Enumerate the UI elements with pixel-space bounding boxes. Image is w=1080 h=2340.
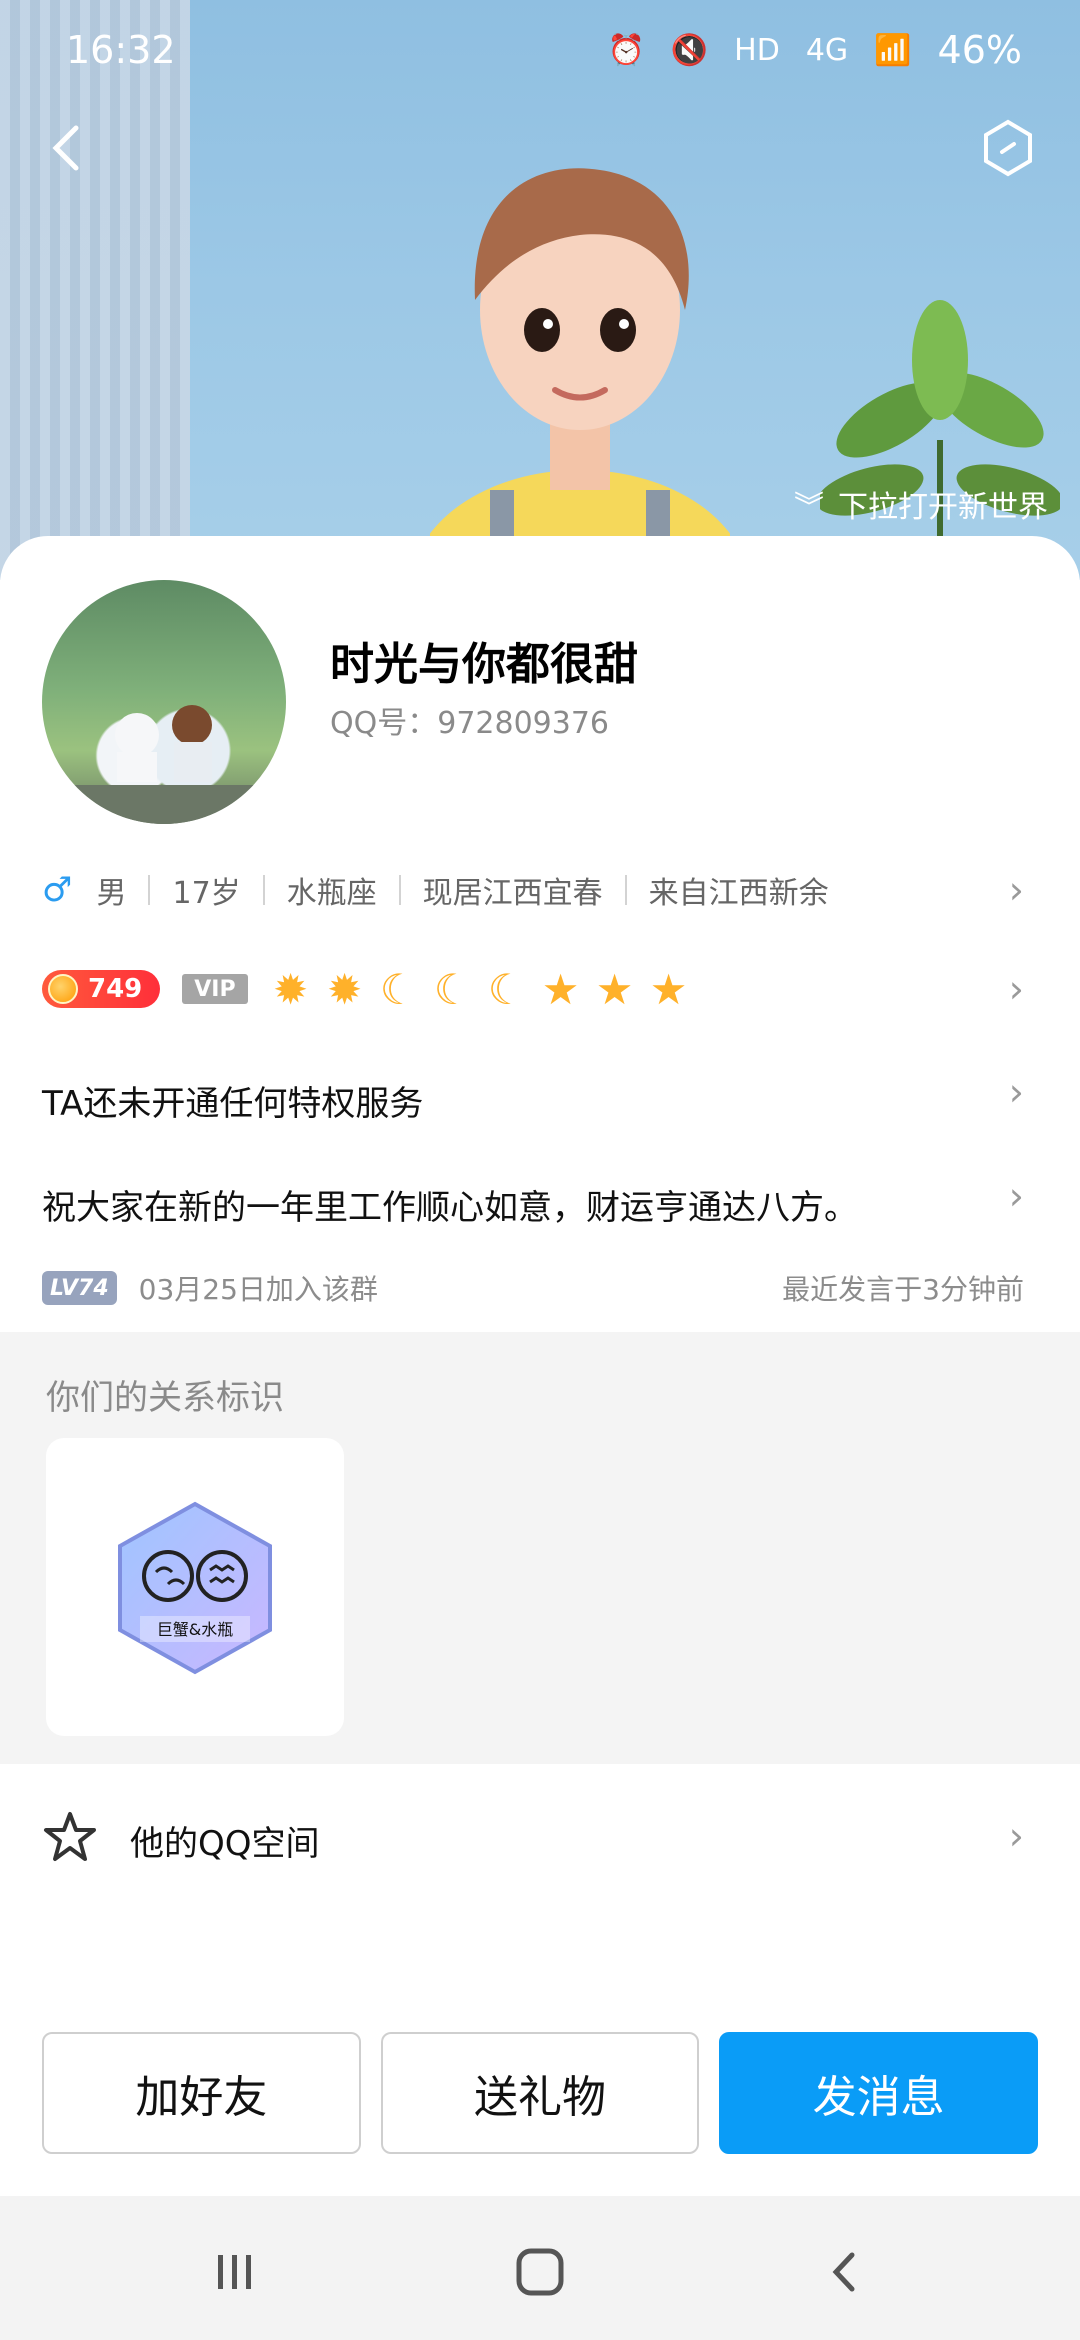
location: 现居江西宜春 (422, 876, 603, 911)
star-icon: ★ (541, 964, 580, 1014)
moon-icon: ☾ (487, 964, 526, 1014)
gender: 男 (96, 876, 127, 911)
alarm-icon: ⏰ (607, 32, 645, 68)
signature-text[interactable]: 祝大家在新的一年里工作顺心如意，财运亨通达八方。 (42, 1180, 858, 1229)
chevron-right-icon: › (1008, 967, 1024, 1011)
group-info-row: LV74 03月25日加入该群 最近发言于3分钟前 (42, 1266, 1038, 1310)
group-level-badge: LV74 (42, 1271, 117, 1305)
divider (398, 875, 401, 905)
recent-apps-icon (218, 2255, 251, 2289)
moon-icon: ☾ (379, 964, 418, 1014)
status-bar: 16:32 ⏰ 🔇 HD 4G 📶 46% (0, 0, 1080, 100)
age: 17岁 (172, 876, 241, 911)
level-icons: ✹ ✹ ☾ ☾ ☾ ★ ★ ★ (268, 964, 692, 1014)
qzone-star-icon (44, 1812, 96, 1861)
male-icon: ♂ (42, 870, 73, 910)
add-friend-button[interactable]: 加好友 (42, 2032, 361, 2154)
cover-avatar-illustration (430, 168, 730, 580)
level-badge: 749 (42, 970, 161, 1008)
chevron-right-icon: › (1008, 1814, 1024, 1858)
star-icon: ★ (595, 964, 634, 1014)
double-chevron-down-icon: ︾ (794, 490, 824, 525)
mute-icon: 🔇 (670, 32, 709, 68)
divider (624, 875, 627, 905)
sun-icon: ✹ (327, 964, 363, 1014)
basic-info-row[interactable]: ♂ 男 17岁 水瓶座 现居江西宜春 来自江西新余 › (42, 860, 1038, 920)
profile-avatar[interactable] (42, 580, 286, 824)
back-button[interactable] (40, 118, 100, 178)
recent-apps-button[interactable] (200, 2242, 270, 2302)
qzone-label: 他的QQ空间 (130, 1824, 320, 1864)
relationship-card[interactable]: 巨蟹&水瓶 (46, 1438, 344, 1736)
hd-indicator: HD (734, 32, 780, 68)
signal-icon: 📶 (874, 32, 912, 68)
battery-percent: 46% (937, 28, 1022, 72)
group-joined: 03月25日加入该群 (138, 1273, 378, 1306)
vip-badge: VIP (182, 974, 248, 1004)
status-time: 16:32 (66, 28, 176, 72)
back-nav-button[interactable] (810, 2242, 880, 2302)
nickname: 时光与你都很甜 (330, 639, 638, 690)
pull-hint-text: 下拉打开新世界 (838, 490, 1048, 525)
back-arrow-icon (52, 125, 79, 171)
send-message-button[interactable]: 发消息 (719, 2032, 1039, 2154)
moon-icon: ☾ (433, 964, 472, 1014)
hometown: 来自江西新余 (648, 876, 829, 911)
profile-card: 时光与你都很甜 QQ号：972809376 ♂ 男 17岁 水瓶座 现居江西宜春… (0, 536, 1080, 2340)
divider (262, 875, 265, 905)
back-chevron-icon (832, 2252, 855, 2292)
qq-number[interactable]: QQ号：972809376 (330, 698, 609, 742)
relationship-section: 你们的关系标识 巨蟹&水瓶 (0, 1332, 1080, 1764)
divider (148, 875, 151, 905)
coin-icon (48, 974, 78, 1004)
relationship-badge-text: 巨蟹&水瓶 (157, 1620, 233, 1639)
zodiac: 水瓶座 (286, 876, 377, 911)
group-recent-speech: 最近发言于3分钟前 (782, 1273, 1024, 1306)
relationship-badge: 巨蟹&水瓶 (118, 1501, 272, 1675)
sun-icon: ✹ (273, 964, 309, 1014)
action-buttons: 加好友 送礼物 发消息 (42, 2032, 1039, 2156)
home-icon (516, 2248, 564, 2296)
pull-down-hint[interactable]: ︾ 下拉打开新世界 (794, 482, 1048, 526)
qzone-row[interactable]: 他的QQ空间 › (0, 1794, 1080, 1894)
settings-hex-button[interactable] (978, 118, 1038, 178)
profile-cover: 16:32 ⏰ 🔇 HD 4G 📶 46% ︾ 下拉打开新世界 (0, 0, 1080, 580)
network-indicator: 4G (805, 32, 849, 68)
level-badges-row[interactable]: 749 VIP ✹ ✹ ☾ ☾ ☾ ★ ★ ★ › (42, 954, 1038, 1024)
star-icon: ★ (649, 964, 688, 1014)
send-gift-button[interactable]: 送礼物 (380, 2032, 700, 2154)
relationship-title: 你们的关系标识 (46, 1378, 284, 1418)
chevron-right-icon: › (1008, 868, 1024, 912)
level-value: 749 (88, 974, 143, 1004)
system-nav-bar (0, 2196, 1080, 2340)
status-right-icons: ⏰ 🔇 HD 4G 📶 46% (607, 28, 1022, 72)
home-button[interactable] (505, 2242, 575, 2302)
chevron-right-icon: › (1008, 1174, 1024, 1218)
privilege-text[interactable]: TA还未开通任何特权服务 (42, 1076, 423, 1125)
chevron-right-icon: › (1008, 1070, 1024, 1114)
